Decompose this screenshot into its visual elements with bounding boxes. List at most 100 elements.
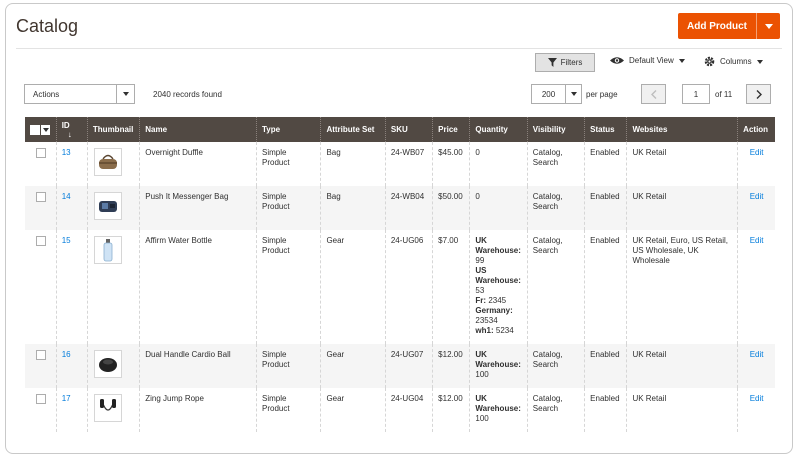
mass-select-header[interactable] [25,117,57,142]
mass-select-checkbox[interactable] [30,124,40,135]
column-header-visibility[interactable]: Visibility [526,117,585,142]
type-cell: Simple Product [256,344,321,388]
column-header-attribute-set[interactable]: Attribute Set [320,117,386,142]
product-grid: ID ↓ Thumbnail Name Type Attribute Set S… [25,117,775,432]
column-header-websites[interactable]: Websites [626,117,738,142]
cardio-ball-icon[interactable] [93,350,122,378]
product-id[interactable]: 16 [62,350,71,359]
product-id[interactable]: 14 [62,192,71,201]
status-cell: Enabled [584,344,627,388]
action-cell: Edit [737,142,775,186]
edit-link[interactable]: Edit [743,148,770,158]
table-row[interactable]: 15 Affirm Water Bottle Simple Product Gear 2… [25,230,775,344]
row-select-cell[interactable] [25,344,57,388]
column-header-name[interactable]: Name [139,117,257,142]
thumbnail-cell [86,142,140,186]
table-row[interactable]: 13 Overnight Duffle Simple Product Bag 24-WB… [25,142,775,186]
per-page-value: 200 [541,89,556,99]
row-select-cell[interactable] [25,142,57,186]
jump-rope-icon[interactable] [93,394,122,422]
columns-dropdown[interactable]: Columns [704,56,763,67]
id-cell: 14 [55,186,88,230]
type-cell: Simple Product [256,186,321,230]
column-header-quantity[interactable]: Quantity [469,117,528,142]
row-checkbox[interactable] [36,236,46,246]
product-id[interactable]: 15 [62,236,71,245]
name-cell: Zing Jump Rope [139,388,257,432]
per-page-select[interactable]: 200 [531,84,582,104]
price-cell: $12.00 [432,344,470,388]
quantity-cell: UK Warehouse: 100 [469,388,528,432]
product-id[interactable]: 17 [62,394,71,403]
row-select-cell[interactable] [25,230,57,344]
add-product-label: Add Product [687,20,747,32]
sku-cell: 24-WB07 [384,142,433,186]
id-cell: 15 [55,230,88,344]
price-cell: $7.00 [432,230,470,344]
quantity-source-value: 100 [475,370,489,379]
row-select-cell[interactable] [25,388,57,432]
product-id[interactable]: 13 [62,148,71,157]
edit-link[interactable]: Edit [743,350,770,360]
column-header-type[interactable]: Type [256,117,321,142]
column-header-sku[interactable]: SKU [384,117,433,142]
quantity-value: 0 [475,192,480,201]
previous-page-button[interactable] [641,84,666,104]
action-cell: Edit [737,344,775,388]
actions-select[interactable]: Actions [24,84,135,104]
row-checkbox[interactable] [36,350,46,360]
row-checkbox[interactable] [36,394,46,404]
chevron-down-icon [570,92,577,96]
table-row[interactable]: 17 Zing Jump Rope Simple Product Gear 24-UG0… [25,388,775,432]
quantity-source-value: 2345 [488,296,507,305]
attribute-set-cell: Gear [320,230,386,344]
status-cell: Enabled [584,230,627,344]
chevron-left-icon [650,89,656,99]
per-page-label: per page [586,90,618,99]
visibility-cell: Catalog, Search [526,230,585,344]
mass-select-control[interactable] [30,124,51,135]
thumbnail-cell [86,344,140,388]
next-page-button[interactable] [746,84,771,104]
attribute-set-cell: Bag [320,142,386,186]
type-cell: Simple Product [256,142,321,186]
add-product-button[interactable]: Add Product [678,13,780,39]
sku-cell: 24-UG06 [384,230,433,344]
attribute-set-cell: Bag [320,186,386,230]
add-product-dropdown-toggle[interactable] [756,13,780,39]
websites-cell: UK Retail, Euro, US Retail, US Wholesale… [626,230,738,344]
visibility-cell: Catalog, Search [526,142,585,186]
edit-link[interactable]: Edit [743,192,770,202]
filters-button[interactable]: Filters [535,53,595,72]
edit-link[interactable]: Edit [743,236,770,246]
row-checkbox[interactable] [36,148,46,158]
messenger-bag-icon[interactable] [93,192,122,220]
row-checkbox[interactable] [36,192,46,202]
column-header-price[interactable]: Price [432,117,470,142]
quantity-source-label: UK Warehouse: [475,236,521,255]
quantity-cell: 0 [469,186,528,230]
column-header-id[interactable]: ID ↓ [55,117,88,142]
sku-cell: 24-UG04 [384,388,433,432]
grid-header-row: ID ↓ Thumbnail Name Type Attribute Set S… [25,117,775,142]
thumbnail-cell [86,186,140,230]
duffle-bag-icon[interactable] [93,148,122,176]
websites-cell: UK Retail [626,142,738,186]
table-row[interactable]: 16 Dual Handle Cardio Ball Simple Product G… [25,344,775,388]
mass-select-dropdown[interactable] [41,124,50,135]
name-cell: Affirm Water Bottle [139,230,257,344]
row-select-cell[interactable] [25,186,57,230]
water-bottle-icon[interactable] [93,236,122,264]
edit-link[interactable]: Edit [743,394,770,404]
quantity-source-label: wh1: [475,326,494,335]
action-cell: Edit [737,388,775,432]
visibility-cell: Catalog, Search [526,344,585,388]
page-title: Catalog [16,16,79,36]
status-cell: Enabled [584,388,627,432]
column-header-status[interactable]: Status [584,117,627,142]
websites-cell: UK Retail [626,344,738,388]
table-row[interactable]: 14 Push It Messenger Bag Simple Product Bag… [25,186,775,230]
page-number-input[interactable]: 1 [682,84,710,104]
name-cell: Dual Handle Cardio Ball [139,344,257,388]
default-view-dropdown[interactable]: Default View [610,56,685,65]
